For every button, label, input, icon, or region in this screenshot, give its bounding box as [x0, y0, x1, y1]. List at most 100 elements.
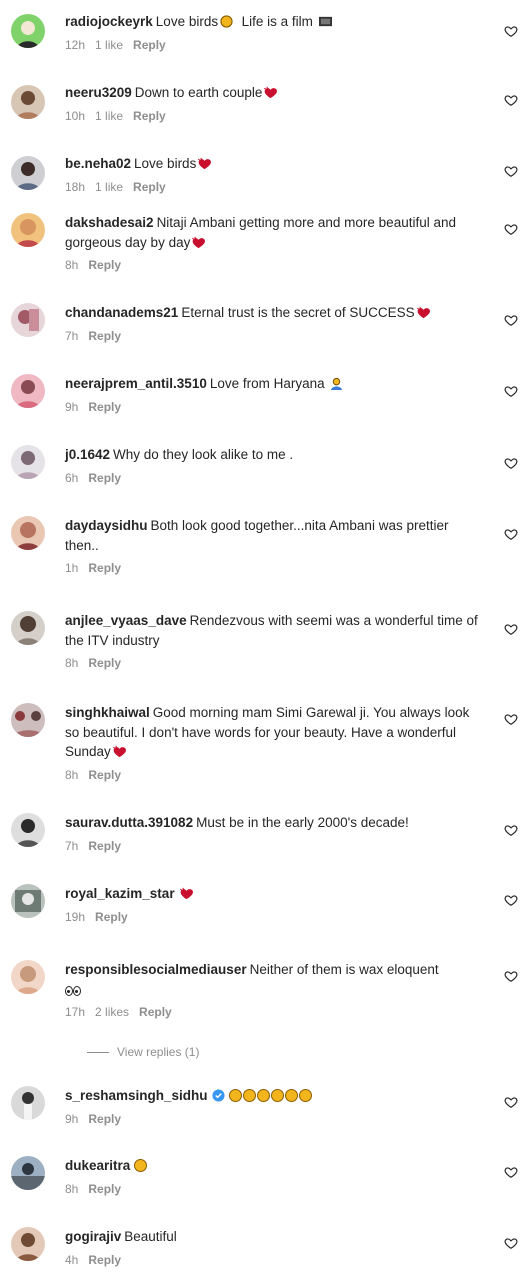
avatar[interactable]	[11, 14, 45, 48]
avatar[interactable]	[11, 445, 45, 479]
like-count[interactable]: 1 like	[95, 38, 123, 52]
comment-time: 18h	[65, 179, 86, 194]
avatar[interactable]	[11, 374, 45, 408]
red-heart-icon	[263, 86, 278, 99]
comment-username[interactable]: s_reshamsingh_sidhu	[65, 1088, 208, 1103]
heart-icon[interactable]	[504, 1095, 518, 1109]
clap-hands-icon	[298, 1089, 312, 1102]
reply-button[interactable]: Reply	[88, 1253, 121, 1267]
reply-button[interactable]: Reply	[139, 1005, 172, 1019]
comment-username[interactable]: daydaysidhu	[65, 518, 148, 533]
reply-button[interactable]: Reply	[88, 656, 121, 670]
red-heart-icon	[191, 236, 206, 249]
reply-button[interactable]: Reply	[133, 180, 166, 194]
comment-time: 8h	[65, 258, 79, 272]
reply-button[interactable]: Reply	[88, 1182, 121, 1196]
comment-time: 7h	[65, 328, 79, 343]
clap-hands-icon	[220, 15, 233, 28]
heart-icon[interactable]	[504, 222, 518, 236]
comment-time: 7h	[65, 838, 79, 853]
red-heart-icon	[416, 306, 431, 319]
avatar[interactable]	[11, 611, 45, 645]
reply-button[interactable]: Reply	[88, 471, 121, 485]
red-heart-icon	[179, 887, 194, 900]
avatar[interactable]	[11, 1086, 45, 1120]
comment-username[interactable]: be.neha02	[65, 156, 131, 171]
avatar[interactable]	[11, 703, 45, 737]
like-count[interactable]: 1 like	[95, 109, 123, 123]
like-count[interactable]: 2 likes	[95, 1005, 129, 1019]
comment-time: 9h	[65, 1111, 79, 1126]
reply-button[interactable]: Reply	[88, 768, 121, 782]
heart-icon[interactable]	[504, 93, 518, 107]
heart-icon[interactable]	[504, 1165, 518, 1179]
avatar[interactable]	[11, 1156, 45, 1190]
comment-time: 10h	[65, 108, 86, 123]
view-replies-label[interactable]: View replies (1)	[117, 1045, 199, 1059]
comment-username[interactable]: saurav.dutta.391082	[65, 815, 193, 830]
reply-button[interactable]: Reply	[133, 38, 166, 52]
comment-text: Eternal trust is the secret of SUCCESS	[181, 305, 415, 320]
comment-username[interactable]: j0.1642	[65, 447, 110, 462]
clap-hands-icon	[228, 1089, 242, 1102]
view-replies-link[interactable]: View replies (1)	[87, 1045, 199, 1059]
reply-button[interactable]: Reply	[88, 258, 121, 272]
avatar[interactable]	[11, 213, 45, 247]
comment-username[interactable]: dakshadesai2	[65, 215, 154, 230]
comment-username[interactable]: anjlee_vyaas_dave	[65, 613, 187, 628]
heart-icon[interactable]	[504, 622, 518, 636]
comment-username[interactable]: royal_kazim_star	[65, 886, 175, 901]
clap-hands-icon	[284, 1089, 298, 1102]
woman-folding-hands-icon	[331, 377, 343, 390]
comment-username[interactable]: neeru3209	[65, 85, 132, 100]
clap-hands-icon	[270, 1089, 284, 1102]
comment-time: 1h	[65, 561, 79, 575]
heart-icon[interactable]	[504, 1236, 518, 1250]
like-count[interactable]: 1 like	[95, 180, 123, 194]
reply-button[interactable]: Reply	[88, 329, 121, 343]
comment-text: Must be in the early 2000's decade!	[196, 815, 409, 830]
eyes-icon	[73, 985, 81, 996]
heart-icon[interactable]	[504, 24, 518, 38]
reply-button[interactable]: Reply	[88, 1112, 121, 1126]
reply-button[interactable]: Reply	[95, 910, 128, 924]
comment-username[interactable]: dukearitra	[65, 1158, 130, 1173]
heart-icon[interactable]	[504, 823, 518, 837]
heart-icon[interactable]	[504, 969, 518, 983]
reply-button[interactable]: Reply	[133, 109, 166, 123]
reply-button[interactable]: Reply	[88, 561, 121, 575]
comment-username[interactable]: chandanadems21	[65, 305, 178, 320]
avatar[interactable]	[11, 516, 45, 550]
reply-button[interactable]: Reply	[88, 400, 121, 414]
comment-username[interactable]: responsiblesocialmediauser	[65, 962, 247, 977]
heart-icon[interactable]	[504, 384, 518, 398]
avatar[interactable]	[11, 884, 45, 918]
comment-text: Down to earth couple	[134, 85, 263, 100]
comment-text: Why do they look alike to me .	[113, 447, 294, 462]
heart-icon[interactable]	[504, 313, 518, 327]
comment-text: Love birds	[155, 14, 219, 29]
avatar[interactable]	[11, 960, 45, 994]
comment-username[interactable]: singhkhaiwal	[65, 705, 150, 720]
comment-username[interactable]: neerajprem_antil.3510	[65, 376, 207, 391]
reply-button[interactable]: Reply	[88, 839, 121, 853]
heart-icon[interactable]	[504, 527, 518, 541]
heart-icon[interactable]	[504, 164, 518, 178]
avatar[interactable]	[11, 156, 45, 190]
comment-username[interactable]: gogirajiv	[65, 1229, 121, 1244]
comment-time: 19h	[65, 909, 86, 924]
verified-badge-icon	[212, 1089, 225, 1102]
heart-icon[interactable]	[504, 893, 518, 907]
comment-username[interactable]: radiojockeyrk	[65, 14, 153, 29]
heart-icon[interactable]	[504, 456, 518, 470]
comment-time: 8h	[65, 1181, 79, 1196]
comment-time: 6h	[65, 470, 79, 485]
heart-icon[interactable]	[504, 712, 518, 726]
avatar[interactable]	[11, 1227, 45, 1261]
avatar[interactable]	[11, 85, 45, 119]
film-icon	[318, 16, 332, 27]
avatar[interactable]	[11, 813, 45, 847]
comment-text: Love birds	[134, 156, 197, 171]
comment-time: 17h	[65, 1005, 86, 1019]
avatar[interactable]	[11, 303, 45, 337]
